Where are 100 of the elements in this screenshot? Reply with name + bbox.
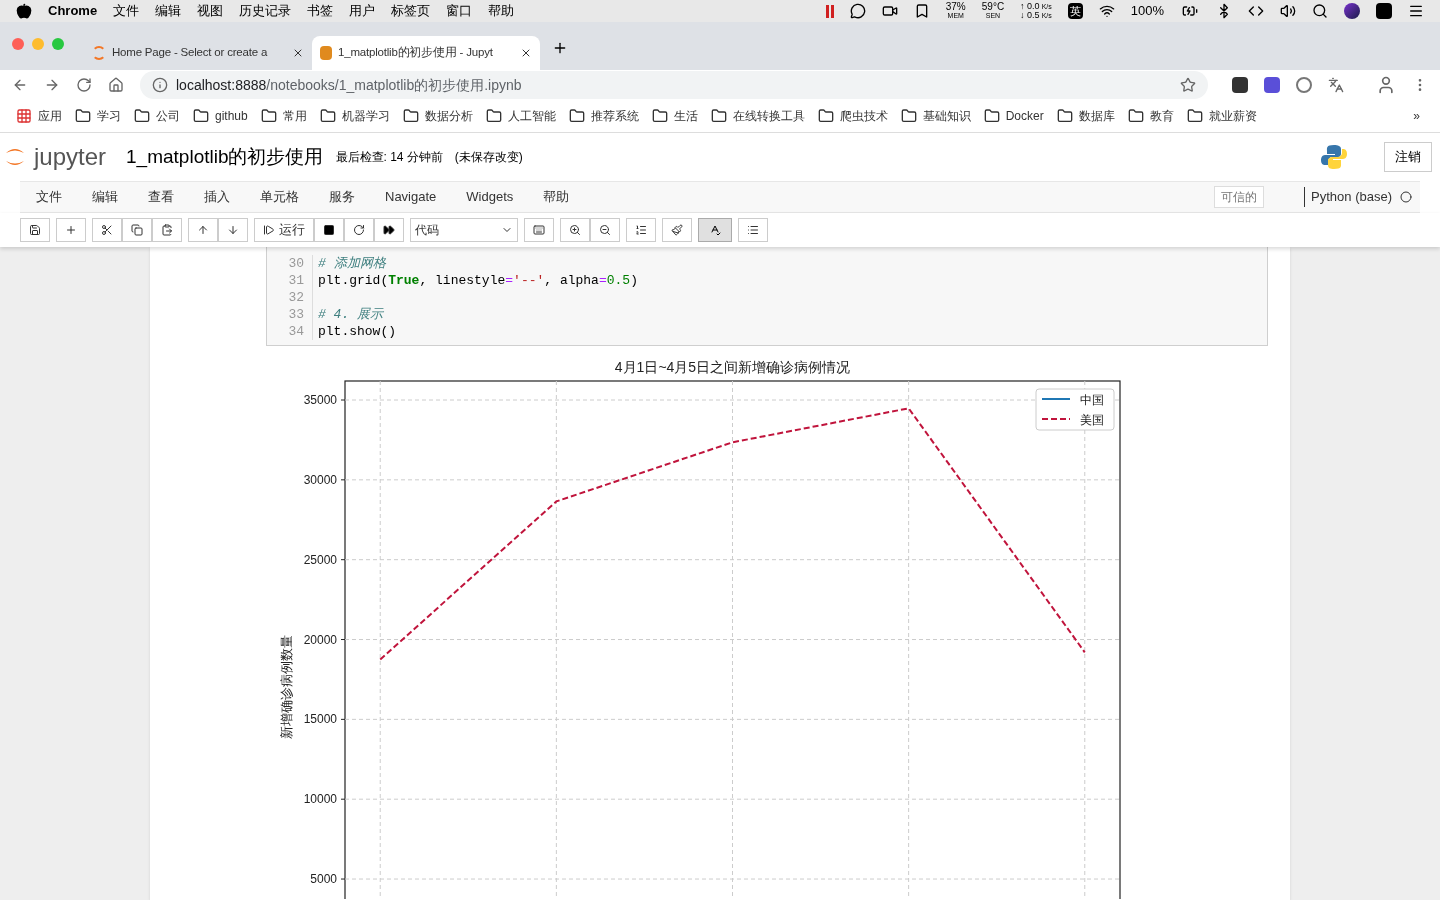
back-icon [12,77,28,93]
apple-icon[interactable] [16,3,32,19]
list-icon [747,224,759,236]
paste-button[interactable] [152,218,182,242]
bookmark-link[interactable]: 机器学习 [341,107,390,125]
bookmark-link[interactable]: 人工智能 [507,107,556,125]
bookmark-link[interactable]: 数据库 [1078,107,1115,125]
notebook-menu-item[interactable]: 服务 [314,187,370,207]
notebook-menu-item[interactable]: 单元格 [245,187,314,207]
bookmark-link[interactable]: 常用 [282,107,307,125]
new-tab-icon[interactable] [552,40,568,56]
kernel-status-icon [1400,191,1412,203]
checkpoint-status: 最后检查: 14 分钟前 [335,149,443,166]
wifi-icon [1098,3,1115,19]
notebook-menu-item[interactable]: Navigate [370,187,452,207]
chat-icon [849,3,866,19]
bookmark-link[interactable]: 爬虫技术 [839,107,888,125]
spellcheck-button[interactable] [698,218,732,242]
cell-type-select[interactable]: 代码 [410,218,518,242]
line-numbers-button[interactable] [626,218,656,242]
volume-icon [1280,3,1296,19]
input-method[interactable]: 英 [1067,2,1083,20]
save-icon [29,224,41,236]
folder-icon [1186,108,1203,124]
upload-rate: ↑ 0.0 [1020,2,1040,11]
move-down-button[interactable] [218,218,248,242]
insert-cell-button[interactable] [56,218,86,242]
profile-icon[interactable] [1376,75,1396,95]
notebook-menu-item[interactable]: 编辑 [77,187,133,207]
trusted-indicator[interactable]: 可信的 [1214,186,1265,208]
keyboard-button[interactable] [524,218,554,242]
extension-icon[interactable] [1264,77,1280,93]
menu-item[interactable]: 标签页 [391,1,431,21]
run-button[interactable]: 运行 [254,218,314,242]
cut-button[interactable] [92,218,122,242]
y-tick-label: 15000 [303,712,337,727]
menu-item[interactable]: 编辑 [155,1,182,21]
menu-item[interactable]: 视图 [197,1,224,21]
logout-button[interactable]: 注销 [1384,142,1432,172]
menu-item[interactable]: 用户 [349,1,376,21]
zoom-in-button[interactable] [560,218,590,242]
star-icon[interactable] [1180,77,1196,93]
app-icon[interactable] [1376,3,1392,19]
bookmark-link[interactable]: 基础知识 [922,107,971,125]
run-all-button[interactable] [374,218,404,242]
tab-title: Home Page - Select or create a [112,45,269,61]
more-bookmarks[interactable]: » [1413,107,1420,125]
bookmark-link[interactable]: 就业薪资 [1208,107,1257,125]
notebook-icon [320,46,332,60]
y-tick-label: 35000 [303,393,337,407]
url-text: localhost:8888/notebooks/1_matplotlib的初步使用.ipynb [176,75,522,95]
notebook-menu-item[interactable]: 文件 [20,187,77,207]
toc-button[interactable] [738,218,768,242]
app-menu[interactable]: Chrome [48,1,98,21]
folder-icon [710,108,727,124]
menu-item[interactable]: 窗口 [446,1,473,21]
reload-icon [76,77,92,93]
bookmark-link[interactable]: 推荐系统 [590,107,639,125]
bookmark-link[interactable]: Docker [1005,107,1044,125]
folder-icon [260,108,277,124]
format-button[interactable] [662,218,692,242]
close-icon[interactable] [292,47,304,59]
browser-tab[interactable]: 1_matplotlib的初步使用 - Jupyt [312,36,540,70]
notebook-menu-item[interactable]: 查看 [133,187,189,207]
move-up-button[interactable] [188,218,218,242]
bookmark-link[interactable]: 数据分析 [424,107,473,125]
bookmark-link[interactable]: 应用 [38,107,62,125]
restart-button[interactable] [344,218,374,242]
zoom-out-button[interactable] [590,218,620,242]
extension-icon[interactable] [1232,77,1248,93]
extension-icon[interactable] [1296,77,1312,93]
close-icon[interactable] [520,47,532,59]
notebook-menu-item[interactable]: Widgets [451,187,529,207]
folder-icon [193,108,209,124]
stop-button[interactable] [314,218,344,242]
bookmark-link[interactable]: 生活 [673,107,698,125]
camera-icon [881,3,898,19]
code-line: plt.grid(True, linestyle='--', alpha=0.5) [318,273,638,288]
browser-tab[interactable]: Home Page - Select or create a [84,36,312,70]
bookmark-link[interactable]: 在线转换工具 [732,107,805,125]
bookmark-link[interactable]: 学习 [97,107,121,125]
menu-item[interactable]: 帮助 [488,1,515,21]
code-line: # 4. 展示 [318,307,383,322]
translate-icon [1328,77,1344,93]
bookmark-link[interactable]: 公司 [156,107,180,125]
notebook-menu-item[interactable]: 插入 [189,187,245,207]
address-field[interactable]: localhost:8888/notebooks/1_matplotlib的初步使用.ipynb [140,71,1208,99]
notebook-menu-item[interactable]: 帮助 [528,187,585,207]
bookmark-link[interactable]: 教育 [1149,107,1174,125]
memory-reading: 37% [945,2,966,11]
menu-item[interactable]: 书签 [307,1,334,21]
menu-item[interactable]: 历史记录 [239,1,292,21]
y-axis-label: 新增确诊病例数量 [279,635,294,739]
bookmark-link[interactable]: github [215,107,248,125]
menu-item[interactable]: 文件 [113,1,140,21]
notebook-name[interactable]: 1_matplotlib的初步使用 [126,142,324,172]
folder-icon [1127,108,1144,124]
save-button[interactable] [20,218,50,242]
folder-icon [983,108,1000,124]
battery-icon [1180,3,1200,19]
